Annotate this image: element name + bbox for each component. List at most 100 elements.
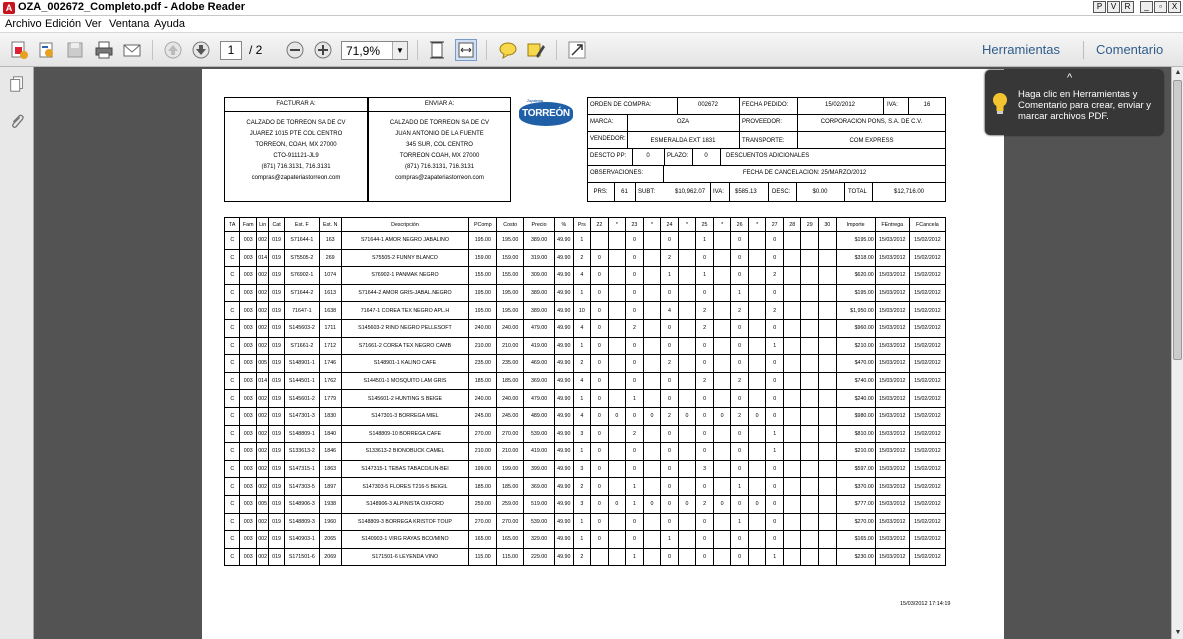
table-cell: 0 xyxy=(625,371,644,391)
table-cell xyxy=(747,301,767,320)
print-icon[interactable] xyxy=(93,39,115,61)
table-cell: S71644-2 xyxy=(283,283,320,303)
table-cell: S148809-10 BORREGA CAFE xyxy=(340,424,470,444)
menu-ventana[interactable]: Ventana xyxy=(109,18,149,30)
table-cell: 15/03/2012 xyxy=(874,354,910,373)
expand-icon[interactable] xyxy=(566,39,588,61)
scroll-thumb[interactable] xyxy=(1173,80,1182,360)
table-cell: 15/03/2012 xyxy=(874,477,910,496)
table-cell: $597.00 xyxy=(835,459,876,479)
table-cell: 002 xyxy=(255,547,270,567)
table-cell: 210.00 xyxy=(496,442,525,461)
divider xyxy=(224,111,368,112)
table-cell xyxy=(677,231,697,250)
create-pdf-icon[interactable] xyxy=(8,39,30,61)
r-button[interactable]: R xyxy=(1121,1,1134,13)
table-cell: 003 xyxy=(239,512,257,532)
restore-button[interactable]: ▫ xyxy=(1154,1,1167,13)
table-cell: 0 xyxy=(590,371,609,391)
page-number-input[interactable]: 1 xyxy=(220,41,242,60)
table-cell: S71661-2 COREA TEX NEGRO CAMB xyxy=(340,336,470,356)
minimize-button[interactable]: _ xyxy=(1140,1,1153,13)
table-cell: 15/02/2012 xyxy=(908,301,947,320)
vertical-scrollbar[interactable]: ▲ ▼ xyxy=(1171,67,1183,639)
fit-width-icon[interactable] xyxy=(455,39,477,61)
next-page-icon[interactable] xyxy=(190,39,212,61)
table-cell: C xyxy=(223,266,241,285)
table-cell: 3 xyxy=(572,494,592,514)
table-cell: $620.00 xyxy=(835,266,876,285)
comment-icon[interactable] xyxy=(497,39,519,61)
close-button[interactable]: X xyxy=(1168,1,1181,13)
table-cell xyxy=(782,547,802,567)
table-cell: 1638 xyxy=(318,301,342,320)
facturar-line: CTO-911121-JL9 xyxy=(273,153,319,159)
table-cell xyxy=(712,318,732,338)
p-button[interactable]: P xyxy=(1093,1,1106,13)
table-row: C 003 014 019 S75505-2 269 S75505-2 FUNNY BLAN… xyxy=(223,248,947,268)
pages-icon[interactable] xyxy=(7,74,27,94)
table-cell: 0 xyxy=(677,494,697,514)
table-cell xyxy=(677,318,697,338)
menu-edicion[interactable]: Edición xyxy=(45,18,81,30)
table-cell: 15/02/2012 xyxy=(908,477,947,496)
chevron-up-icon[interactable]: ^ xyxy=(1067,72,1072,84)
scroll-down-icon[interactable]: ▼ xyxy=(1172,627,1183,639)
zoom-out-icon[interactable] xyxy=(284,39,306,61)
table-cell xyxy=(782,301,802,320)
table-cell xyxy=(782,371,802,391)
save-icon[interactable] xyxy=(64,39,86,61)
table-cell: 3 xyxy=(572,459,592,479)
table-cell: 489.00 xyxy=(523,406,556,426)
menu-ayuda[interactable]: Ayuda xyxy=(154,18,185,30)
table-cell: 0 xyxy=(695,477,714,496)
table-cell: 49.90 xyxy=(554,424,574,444)
v-button[interactable]: V xyxy=(1107,1,1120,13)
menu-archivo[interactable]: Archivo xyxy=(5,18,42,30)
edit-pdf-icon[interactable] xyxy=(36,39,58,61)
table-row: C 003 002 019 S145603-2 1711 S145603-2 RINO NE… xyxy=(223,318,947,338)
table-cell: $195.00 xyxy=(835,283,876,303)
table-cell: 0 xyxy=(765,406,784,426)
table-cell: 71647-1 xyxy=(283,301,320,320)
table-row: C 003 002 019 S76902-1 1074 S76902-1 PANMAK NE… xyxy=(223,266,947,285)
table-cell: 15/02/2012 xyxy=(908,266,947,285)
table-cell: S171501-6 LEYENDA VINO xyxy=(340,547,470,567)
table-cell: C xyxy=(223,389,241,408)
table-cell: 0 xyxy=(660,371,679,391)
table-cell xyxy=(607,336,627,356)
scroll-up-icon[interactable]: ▲ xyxy=(1172,67,1183,79)
table-cell: 1846 xyxy=(318,442,342,461)
table-cell: 003 xyxy=(239,406,257,426)
highlight-icon[interactable] xyxy=(525,39,547,61)
comentario-link[interactable]: Comentario xyxy=(1096,42,1163,57)
toolbar-separator xyxy=(1083,41,1084,59)
zoom-select[interactable]: 71,9% ▼ xyxy=(341,41,408,60)
table-cell: 0 xyxy=(590,266,609,285)
table-cell: 49.90 xyxy=(554,266,574,285)
column-header: FCancela xyxy=(908,217,947,232)
column-header: Est. N xyxy=(318,217,342,232)
table-cell: 270.00 xyxy=(468,512,498,532)
prs-label: PRS: xyxy=(593,189,608,195)
table-cell: 1 xyxy=(572,336,592,356)
table-cell: 0 xyxy=(765,248,784,268)
table-cell: 003 xyxy=(239,547,257,567)
fit-page-icon[interactable] xyxy=(426,39,448,61)
table-cell xyxy=(607,442,627,461)
email-icon[interactable] xyxy=(121,39,143,61)
herramientas-link[interactable]: Herramientas xyxy=(982,42,1060,57)
observaciones-label: OBSERVACIONES: xyxy=(590,170,644,176)
chevron-down-icon[interactable]: ▼ xyxy=(392,42,407,59)
window-title: OZA_002672_Completo.pdf - Adobe Reader xyxy=(18,1,245,13)
table-cell: 15/03/2012 xyxy=(874,336,910,356)
table-cell: 15/03/2012 xyxy=(874,318,910,338)
table-cell: 49.90 xyxy=(554,459,574,479)
table-cell: 199.00 xyxy=(468,459,498,479)
previous-page-icon[interactable] xyxy=(162,39,184,61)
attachment-icon[interactable] xyxy=(7,111,27,131)
menu-ver[interactable]: Ver xyxy=(85,18,102,30)
table-cell: 49.90 xyxy=(554,231,574,250)
table-cell: 0 xyxy=(590,459,609,479)
zoom-in-icon[interactable] xyxy=(312,39,334,61)
